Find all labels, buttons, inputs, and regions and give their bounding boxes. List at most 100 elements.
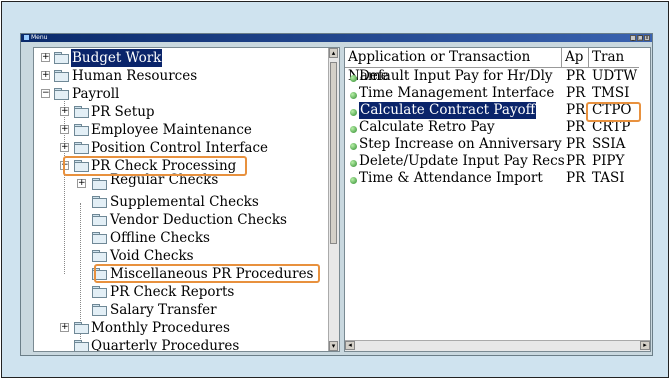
tree-item-budget-work[interactable]: + Budget Work [34, 49, 328, 67]
tree-item-quarterly-procedures[interactable]: Quarterly Procedures [34, 337, 328, 352]
row-name: Time Management Interface [359, 85, 555, 101]
list-horizontal-scrollbar[interactable]: ◂ ▸ [345, 340, 650, 351]
folder-icon [92, 304, 107, 316]
tree-item-pr-check-reports[interactable]: PR Check Reports [34, 283, 328, 301]
expand-icon[interactable]: + [60, 107, 69, 116]
folder-icon [92, 232, 107, 244]
row-tran: SSIA [592, 136, 626, 152]
run-icon [350, 109, 357, 116]
folder-icon [92, 196, 107, 208]
folder-icon [74, 340, 89, 351]
row-name: Calculate Retro Pay [359, 119, 495, 135]
tree-item-salary-transfer[interactable]: Salary Transfer [34, 301, 328, 319]
tree-item-pr-setup[interactable]: + PR Setup [34, 103, 328, 121]
expand-icon[interactable]: + [41, 53, 50, 62]
tree-item-label: Quarterly Procedures [91, 338, 240, 352]
folder-icon [54, 70, 69, 82]
tree-item-label: Void Checks [110, 248, 194, 264]
table-row[interactable]: Time Management Interface PR TMSI [345, 85, 639, 102]
row-tran: TMSI [592, 85, 630, 101]
tree-item-position-control-interface[interactable]: + Position Control Interface [34, 139, 328, 157]
tree-item-label: Payroll [72, 86, 120, 102]
tree-item-label: Budget Work [71, 49, 163, 67]
maximize-button[interactable]: □ [637, 35, 643, 41]
folder-icon [74, 106, 89, 118]
tree-item-regular-checks[interactable]: + Regular Checks [34, 172, 328, 193]
tree-item-label: Vendor Deduction Checks [110, 212, 287, 228]
highlight-misc-pr-procedures [94, 264, 320, 283]
folder-icon [92, 250, 107, 262]
title-bar: Menu _ □ x [21, 34, 652, 42]
row-ap: PR [566, 119, 586, 135]
expand-icon[interactable]: + [77, 179, 86, 188]
tree-item-label: PR Check Reports [110, 284, 235, 300]
folder-icon [92, 178, 107, 190]
column-header-name[interactable]: Application or Transaction Name [345, 48, 562, 84]
scroll-down-arrow-icon[interactable]: ▾ [329, 341, 338, 351]
scroll-thumb[interactable] [330, 62, 337, 244]
transaction-table: Application or Transaction Name Ap Tran … [345, 48, 641, 187]
tree-item-monthly-procedures[interactable]: + Monthly Procedures [34, 319, 328, 337]
transaction-list-pane[interactable]: Application or Transaction Name Ap Tran … [344, 47, 651, 352]
minimize-button[interactable]: _ [630, 35, 636, 41]
row-ap: PR [566, 170, 586, 186]
tree-item-human-resources[interactable]: + Human Resources [34, 67, 328, 85]
table-row[interactable]: Step Increase on Anniversary PR SSIA [345, 136, 639, 153]
run-icon [350, 126, 357, 133]
tree-item-label: Employee Maintenance [91, 122, 252, 138]
scroll-right-arrow-icon[interactable]: ▸ [640, 341, 650, 350]
window-title: Menu [31, 34, 48, 41]
tree-item-payroll[interactable]: − Payroll [34, 85, 328, 103]
menu-window: Menu _ □ x + Budget Work + Human Resourc… [20, 33, 653, 356]
folder-icon [92, 214, 107, 226]
expand-icon[interactable]: + [60, 143, 69, 152]
scroll-left-arrow-icon[interactable]: ◂ [345, 341, 355, 350]
collapse-icon[interactable]: − [41, 89, 50, 98]
highlight-pr-check-processing [63, 156, 247, 176]
tree-item-label: Offline Checks [110, 230, 210, 246]
run-icon [350, 160, 357, 167]
slide-frame: Menu _ □ x + Budget Work + Human Resourc… [1, 1, 669, 378]
menu-tree: + Budget Work + Human Resources − Payrol… [34, 49, 328, 352]
row-name: Step Increase on Anniversary [359, 136, 562, 152]
folder-icon [74, 142, 89, 154]
tree-item-vendor-deduction-checks[interactable]: Vendor Deduction Checks [34, 211, 328, 229]
table-header: Application or Transaction Name Ap Tran [345, 48, 641, 84]
column-header-tran[interactable]: Tran [589, 48, 641, 67]
close-button[interactable]: x [644, 35, 650, 41]
tree-item-label: Monthly Procedures [91, 320, 230, 336]
tree-item-employee-maintenance[interactable]: + Employee Maintenance [34, 121, 328, 139]
expand-icon[interactable]: + [60, 125, 69, 134]
tree-item-label: Salary Transfer [110, 302, 217, 318]
tree-item-offline-checks[interactable]: Offline Checks [34, 229, 328, 247]
tree-vertical-scrollbar[interactable]: ▴ ▾ [328, 48, 339, 351]
row-tran: UDTW [592, 68, 638, 84]
row-tran: TASI [592, 170, 625, 186]
row-ap: PR [566, 85, 586, 101]
table-row[interactable]: Delete/Update Input Pay Recs PR PIPY [345, 153, 639, 170]
scroll-up-arrow-icon[interactable]: ▴ [329, 48, 338, 58]
tree-item-label: PR Setup [91, 104, 155, 120]
row-ap: PR [566, 68, 586, 84]
app-icon [24, 35, 29, 40]
table-row[interactable]: Default Input Pay for Hr/Dly PR UDTW [345, 68, 639, 85]
row-name: Calculate Contract Payoff [359, 102, 537, 119]
run-icon [350, 92, 357, 99]
row-ap: PR [566, 153, 586, 169]
tree-item-label: Position Control Interface [91, 140, 269, 156]
expand-icon[interactable]: + [60, 323, 69, 332]
tree-item-label: Human Resources [72, 68, 198, 84]
column-header-ap[interactable]: Ap [562, 48, 589, 67]
tree-item-void-checks[interactable]: Void Checks [34, 247, 328, 265]
menu-tree-pane[interactable]: + Budget Work + Human Resources − Payrol… [33, 47, 340, 352]
highlight-ctpo [586, 102, 641, 122]
expand-icon[interactable]: + [41, 71, 50, 80]
table-row[interactable]: Time & Attendance Import PR TASI [345, 170, 639, 187]
folder-icon [54, 52, 69, 64]
tree-item-label: Supplemental Checks [110, 194, 259, 210]
folder-icon [74, 124, 89, 136]
tree-item-supplemental-checks[interactable]: Supplemental Checks [34, 193, 328, 211]
row-ap: PR [566, 102, 586, 118]
row-tran: PIPY [592, 153, 625, 169]
folder-icon [74, 322, 89, 334]
